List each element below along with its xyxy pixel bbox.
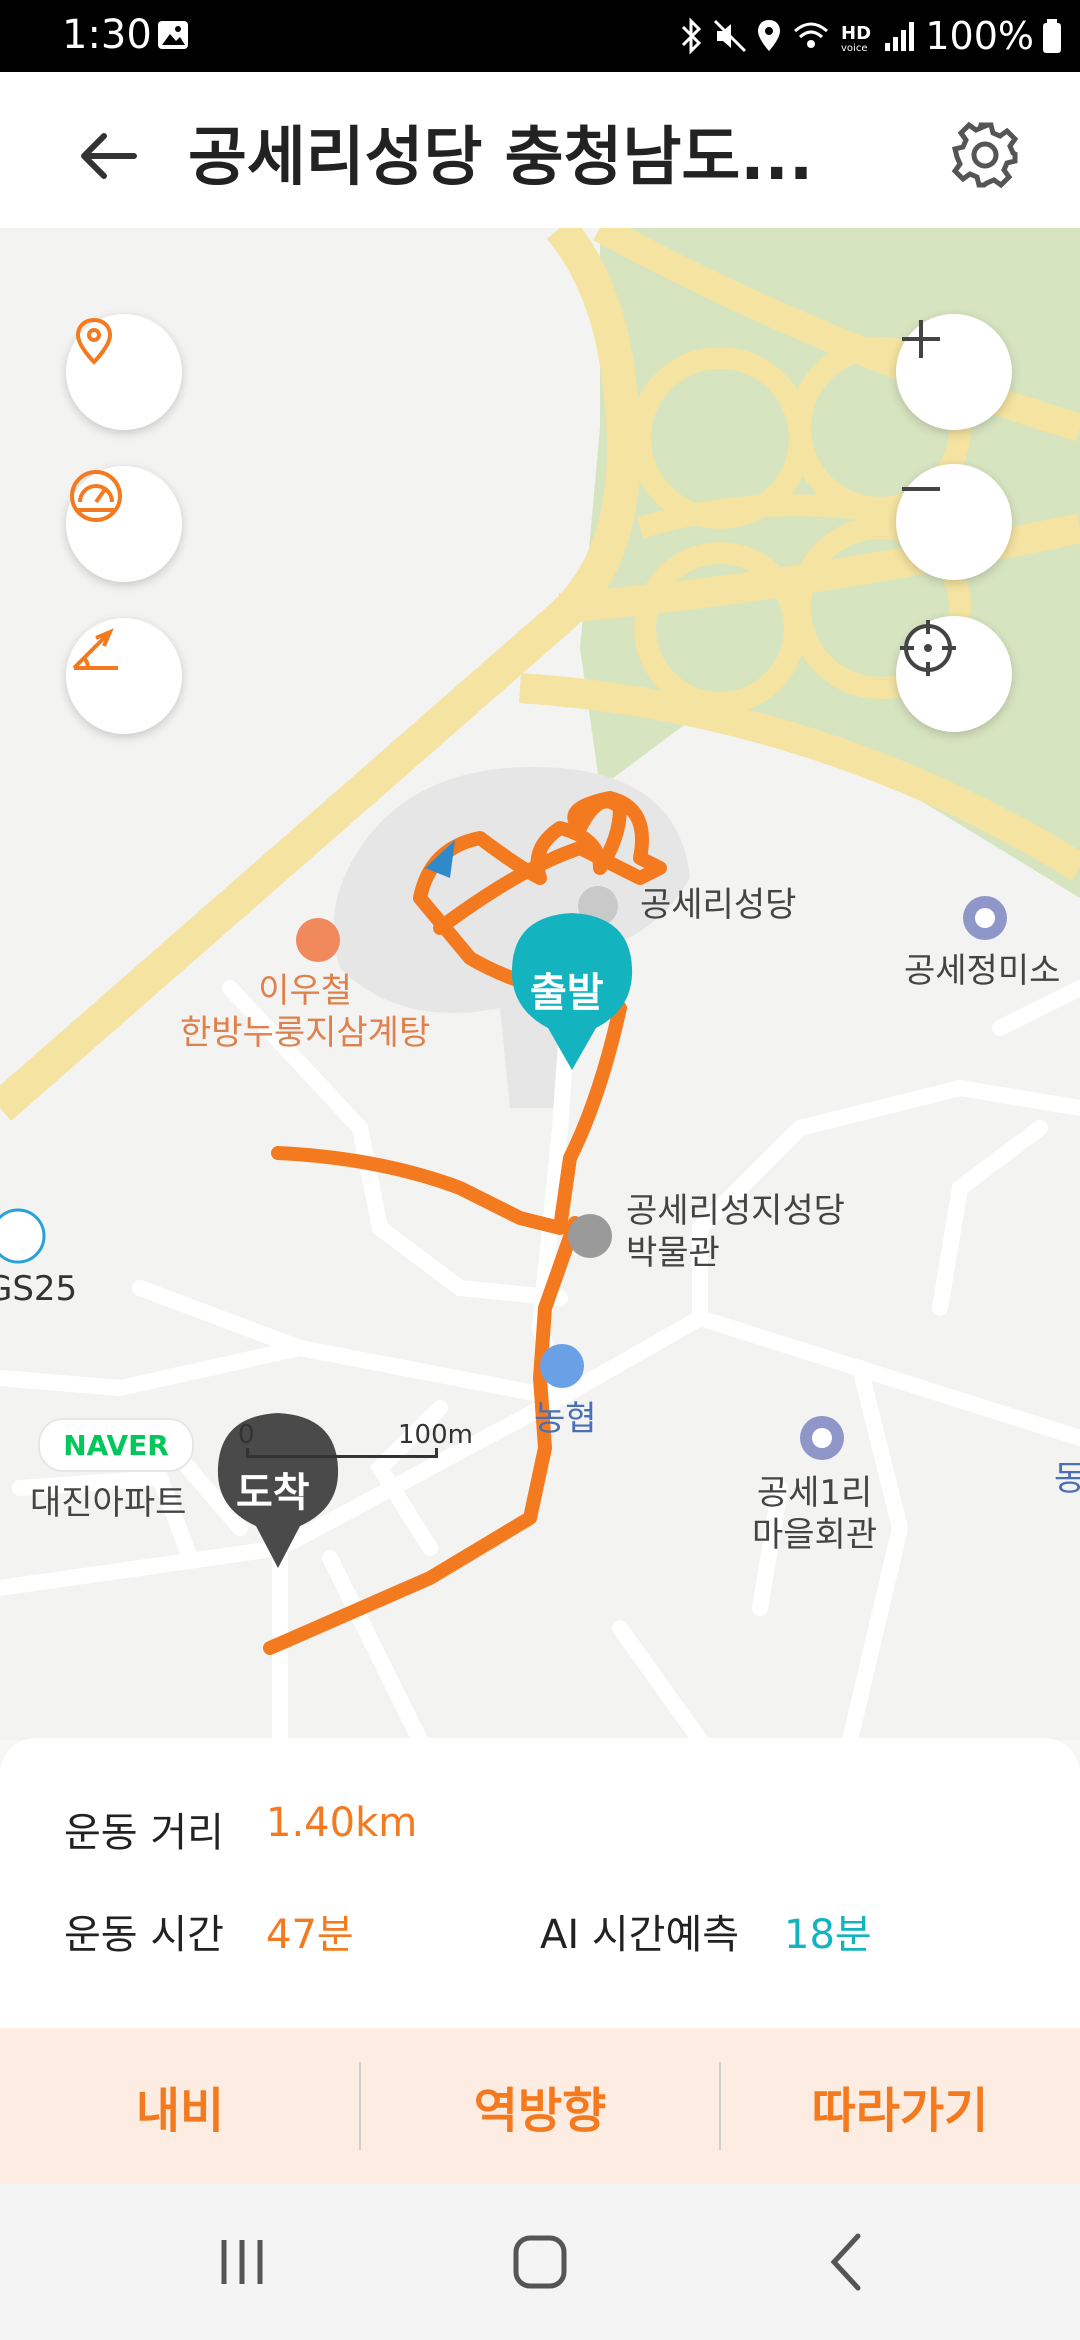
poi-gs25-label: GS25 <box>0 1269 78 1309</box>
svg-text:voice: voice <box>841 43 867 54</box>
slope-button[interactable] <box>66 618 182 734</box>
gallery-icon <box>158 21 188 49</box>
slope-icon <box>72 628 118 670</box>
reverse-button[interactable]: 역방향 <box>360 2028 720 2184</box>
scale-distance-label: 100m <box>398 1420 473 1450</box>
workout-stats-panel: 운동 거리 1.40km 운동 시간 47분 AI 시간예측 18분 <box>0 1738 1080 2028</box>
speedometer-icon <box>70 470 122 522</box>
mute-icon <box>714 19 747 53</box>
restaurant-marker[interactable] <box>296 918 340 962</box>
follow-button[interactable]: 따라가기 <box>720 2028 1080 2184</box>
location-pin-button[interactable] <box>66 314 182 430</box>
location-pin-icon <box>75 317 113 365</box>
zoom-in-button[interactable] <box>896 314 1012 430</box>
status-time: 1:30 <box>62 12 152 58</box>
poi-apartment-label: 대진아파트 <box>30 1483 187 1523</box>
poi-hall-line2: 마을회관 <box>752 1515 878 1555</box>
plus-icon <box>902 320 940 358</box>
scale-zero-label: 0 <box>238 1420 255 1450</box>
map-view[interactable]: 공세리성당 이우철 한방누룽지삼계탕 공세정미소 GS25 공세리성지성당 박물… <box>0 228 1080 1740</box>
signal-icon <box>885 22 915 51</box>
zoom-out-button[interactable] <box>896 464 1012 580</box>
poi-museum-label: 공세리성지성당 박물관 <box>626 1190 845 1274</box>
poi-edge-label: 동 <box>1054 1459 1080 1499</box>
gear-icon[interactable] <box>944 114 1026 196</box>
status-indicators: HD voice 100% <box>679 10 1062 62</box>
my-location-button[interactable] <box>896 616 1012 732</box>
bank-marker[interactable] <box>540 1344 584 1388</box>
wifi-icon <box>794 22 829 48</box>
poi-police-label: 공세정미소 <box>904 951 1061 991</box>
gs25-marker[interactable] <box>0 1208 46 1264</box>
crosshair-icon <box>900 620 956 676</box>
back-icon[interactable] <box>808 2222 888 2302</box>
poi-restaurant-line1: 이우철 <box>258 971 353 1011</box>
svg-text:HD: HD <box>841 23 871 44</box>
poi-hall-label: 공세1리 마을회관 <box>752 1472 877 1556</box>
action-bar: 내비 역방향 따라가기 <box>0 2028 1080 2184</box>
poi-hall-line1: 공세1리 <box>756 1473 873 1513</box>
location-icon <box>758 20 781 51</box>
battery-icon <box>1043 19 1061 53</box>
home-icon[interactable] <box>500 2222 580 2302</box>
hd-voice-icon: HDvoice <box>841 23 871 54</box>
museum-marker[interactable] <box>568 1214 612 1258</box>
scale-bar <box>246 1448 438 1458</box>
bluetooth-icon <box>682 17 702 55</box>
battery-percent: 100% <box>925 14 1034 58</box>
ai-time-value: 18분 <box>784 1912 872 1958</box>
naver-logo: NAVER <box>38 1418 194 1472</box>
system-navigation-bar <box>0 2184 1080 2340</box>
app-header: 공세리성당 충청남도... <box>0 72 1080 228</box>
start-pin-label: 출발 <box>530 970 604 1016</box>
ai-time-label: AI 시간예측 <box>540 1912 740 1958</box>
time-value: 47분 <box>266 1912 354 1958</box>
distance-label: 운동 거리 <box>64 1810 224 1856</box>
minus-icon <box>902 487 940 491</box>
end-pin-label: 도착 <box>236 1470 310 1516</box>
poi-restaurant-label: 이우철 한방누룽지삼계탕 <box>180 970 430 1054</box>
navigation-button[interactable]: 내비 <box>0 2028 360 2184</box>
distance-value: 1.40km <box>266 1800 418 1846</box>
back-arrow-icon[interactable] <box>68 116 148 196</box>
poi-bank-label: 농협 <box>534 1399 597 1439</box>
poi-church-label: 공세리성당 <box>640 885 797 925</box>
status-bar: 1:30 HD voice 100% <box>0 0 1080 72</box>
recent-apps-icon[interactable] <box>202 2222 282 2302</box>
time-label: 운동 시간 <box>64 1912 224 1958</box>
page-title: 공세리성당 충청남도... <box>188 121 814 195</box>
poi-restaurant-line2: 한방누룽지삼계탕 <box>180 1013 431 1053</box>
poi-museum-line2: 박물관 <box>626 1233 720 1273</box>
poi-museum-line1: 공세리성지성당 <box>626 1191 845 1231</box>
speedometer-button[interactable] <box>66 466 182 582</box>
